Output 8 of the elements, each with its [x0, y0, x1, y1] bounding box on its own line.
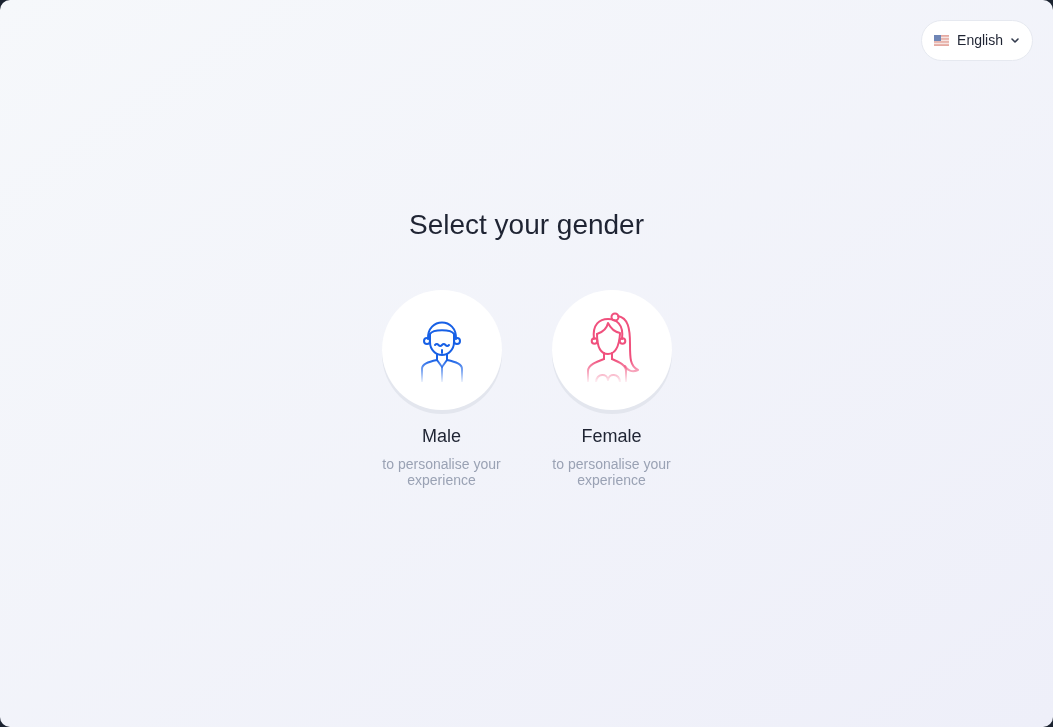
option-description: to personalise your experience	[551, 456, 672, 488]
option-label: Male	[422, 426, 461, 446]
page-title: Select your gender	[407, 208, 645, 242]
language-selector[interactable]: English	[921, 20, 1033, 61]
flag-icon	[934, 35, 950, 46]
chevron-down-icon	[1011, 38, 1019, 43]
option-description: to personalise your experience	[381, 456, 502, 488]
option-label: Female	[581, 426, 642, 446]
